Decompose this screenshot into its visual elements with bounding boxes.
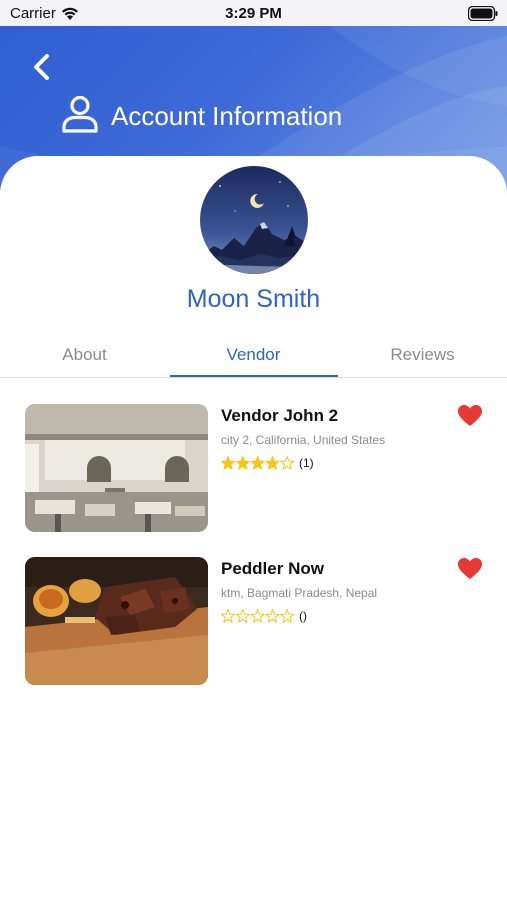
star-filled-icon	[235, 456, 250, 470]
avatar-night-mountain-image	[200, 166, 308, 274]
star-empty-icon	[265, 609, 280, 623]
vendor-image-grilled-food-platter	[25, 557, 208, 685]
star-rating-icons	[221, 609, 295, 623]
vendor-image-restaurant-interior	[25, 404, 208, 532]
tab-vendor[interactable]: Vendor	[169, 338, 338, 376]
star-empty-icon	[280, 609, 295, 623]
rating-count: ()	[299, 609, 307, 623]
vendor-location: city 2, California, United States	[221, 433, 386, 447]
star-rating-icons	[221, 456, 295, 470]
star-empty-icon	[221, 609, 236, 623]
user-icon	[62, 95, 98, 133]
star-empty-icon	[235, 609, 250, 623]
tab-divider	[0, 377, 507, 378]
star-empty-icon	[280, 456, 295, 470]
star-filled-icon	[221, 456, 236, 470]
profile-name: Moon Smith	[186, 285, 321, 313]
vendor-location: ktm, Bagmati Pradesh, Nepal	[221, 586, 378, 600]
star-filled-icon	[250, 456, 265, 470]
favorite-heart-icon[interactable]	[457, 557, 483, 581]
star-empty-icon	[250, 609, 265, 623]
back-button[interactable]	[28, 52, 56, 82]
page-title: Account Information	[111, 101, 343, 131]
vendor-rating: ()	[221, 608, 421, 624]
status-bar: Carrier 3:29 PM	[0, 0, 507, 26]
vendor-name: Peddler Now	[221, 559, 324, 578]
rating-count: (1)	[299, 456, 314, 470]
tab-about[interactable]: About	[0, 338, 169, 376]
status-time: 3:29 PM	[225, 5, 282, 22]
vendor-list-item[interactable]: Vendor John 2 city 2, California, United…	[0, 404, 507, 534]
battery-icon	[468, 6, 498, 21]
avatar	[200, 166, 308, 274]
favorite-heart-icon[interactable]	[457, 404, 483, 428]
tab-bar: About Vendor Reviews	[0, 338, 507, 378]
tab-reviews[interactable]: Reviews	[338, 338, 507, 376]
vendor-rating: (1)	[221, 455, 421, 471]
vendor-name: Vendor John 2	[221, 406, 339, 425]
vendor-list-item[interactable]: Peddler Now ktm, Bagmati Pradesh, Nepal …	[0, 557, 507, 687]
star-filled-icon	[265, 456, 280, 470]
